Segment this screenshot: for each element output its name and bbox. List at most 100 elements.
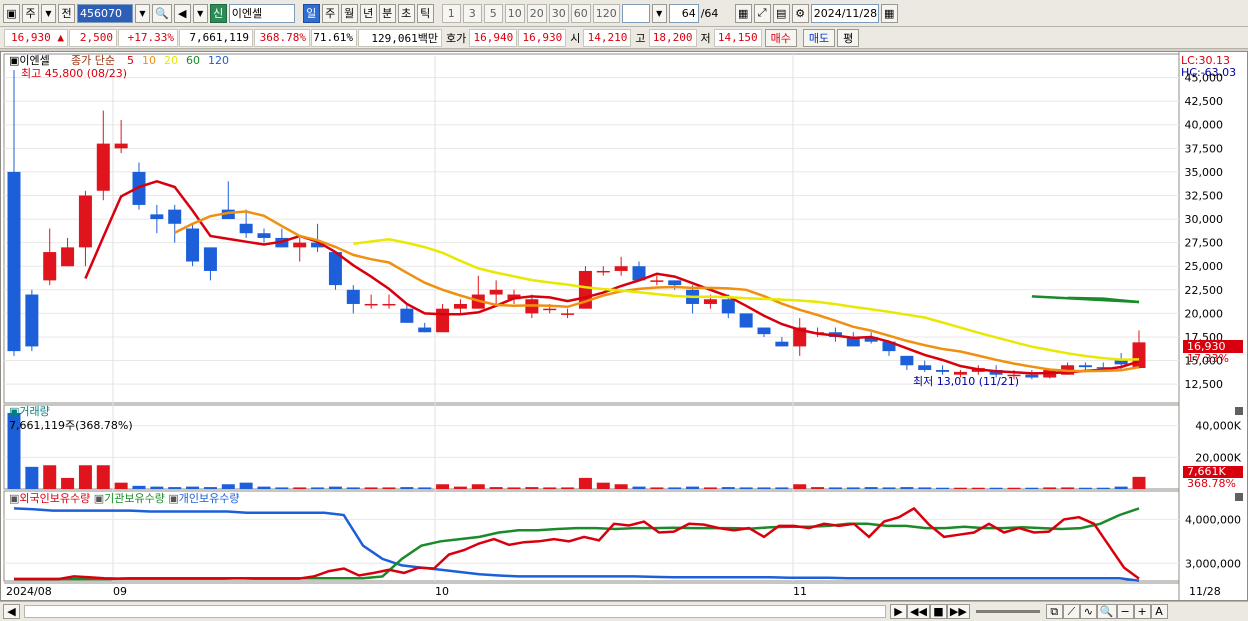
volume-bar (221, 484, 235, 489)
volume-bar (1096, 487, 1110, 489)
scroll-right-icon[interactable]: ▶ (890, 604, 907, 619)
interval-3[interactable]: 3 (462, 3, 482, 23)
current-pct-tag: 17.33% (1187, 352, 1229, 365)
candle-body (1078, 365, 1092, 368)
interval-5[interactable]: 5 (483, 3, 503, 23)
candle-body (400, 308, 414, 323)
prev-button[interactable]: 전 (58, 3, 75, 23)
x-label-aug: 2024/08 (6, 585, 52, 598)
volume-ratio: 368.78% (254, 28, 310, 47)
volume-bar (828, 487, 842, 489)
trade-volume: 7,661,119 (179, 28, 253, 47)
stop-icon[interactable]: ■ (929, 604, 947, 619)
market-select[interactable]: 주 (22, 3, 39, 23)
chevron-down-icon[interactable]: ▼ (192, 3, 208, 23)
candle-body (561, 313, 575, 315)
chevron-down-icon[interactable]: ▼ (135, 3, 150, 23)
y-tick-label: 40,000K (1195, 420, 1241, 433)
candle-body (364, 303, 378, 306)
search-icon[interactable]: 🔍 (152, 3, 172, 23)
interval-60[interactable]: 60 (570, 3, 591, 23)
period-second[interactable]: 초 (397, 3, 415, 23)
volume-bar (543, 487, 557, 489)
font-size-icon[interactable]: A (1150, 604, 1168, 619)
chart-scrollbar[interactable]: ◀ ▶ ◀◀ ■ ▶▶ ⧉ ⟋ ∿ 🔍 − + A (0, 601, 1248, 621)
speaker-icon[interactable]: ◀ (173, 3, 191, 23)
candle-body (257, 233, 271, 238)
candle-body (239, 223, 253, 234)
zoom-slider[interactable] (975, 610, 1040, 613)
candle-body (61, 247, 75, 267)
interval-custom-input[interactable] (621, 3, 650, 23)
period-minute[interactable]: 분 (378, 3, 396, 23)
chevron-down-icon[interactable]: ▼ (651, 3, 667, 23)
interval-20[interactable]: 20 (526, 3, 547, 23)
volume-bar (78, 465, 92, 489)
toolbar: ▣ 주 ▼ 전 456070 ▼ 🔍 ◀ ▼ 신 이엔셀 일 주 월 년 분 초… (0, 0, 1248, 27)
sell-button[interactable]: 매도 (802, 28, 836, 47)
grid-icon[interactable]: ▦ (734, 3, 752, 23)
candle-body (757, 327, 771, 335)
crosshair-icon[interactable]: ⤢ (753, 3, 771, 23)
volume-bar (1007, 487, 1021, 489)
volume-bar (311, 487, 325, 489)
interval-1[interactable]: 1 (441, 3, 461, 23)
close-icon[interactable] (1235, 407, 1243, 415)
gear-icon[interactable]: ⚙ (791, 3, 809, 23)
high-price: 18,200 (648, 28, 697, 47)
chart-menu-icon[interactable]: ▣ (3, 3, 20, 23)
candle-body (25, 294, 39, 347)
zoom-icon[interactable]: 🔍 (1096, 604, 1117, 619)
scroll-track[interactable] (24, 605, 886, 618)
rewind-icon[interactable]: ◀◀ (907, 604, 930, 619)
candle-body (382, 303, 396, 306)
price-change: 2,500 (69, 28, 117, 47)
wave-tool-icon[interactable]: ∿ (1079, 604, 1097, 619)
volume-pane-frame (3, 404, 1180, 490)
interval-120[interactable]: 120 (592, 3, 620, 23)
volume-bar (114, 482, 128, 489)
close-icon[interactable] (1235, 493, 1243, 501)
stock-code-input[interactable]: 456070 (77, 3, 133, 23)
calendar-icon[interactable]: ▦ (880, 3, 898, 23)
drawing-tools-icon[interactable]: ⧉ (1045, 604, 1063, 619)
candle-body (150, 214, 164, 220)
line-tool-icon[interactable]: ⟋ (1062, 604, 1080, 619)
minus-icon[interactable]: − (1116, 604, 1134, 619)
volume-bar (400, 487, 414, 489)
candle-body (650, 280, 664, 282)
interval-10[interactable]: 10 (504, 3, 525, 23)
volume-bar (650, 487, 664, 489)
period-day[interactable]: 일 (302, 3, 320, 23)
date-input[interactable]: 2024/11/28 (810, 3, 879, 23)
fast-forward-icon[interactable]: ▶▶ (946, 604, 970, 619)
avg-button[interactable]: 평 (837, 28, 860, 47)
candle-body (1025, 374, 1039, 378)
scroll-left-icon[interactable]: ◀ (3, 604, 20, 619)
period-month[interactable]: 월 (340, 3, 358, 23)
volume-bar (703, 487, 717, 489)
volume-bar (489, 487, 503, 489)
stock-name-field[interactable]: 이엔셀 (228, 3, 295, 23)
open-price: 14,210 (583, 28, 632, 47)
high-label: 고 (635, 31, 646, 45)
period-week[interactable]: 주 (321, 3, 339, 23)
save-icon[interactable]: ▤ (772, 3, 790, 23)
plus-icon[interactable]: + (1133, 604, 1151, 619)
period-tick[interactable]: 틱 (416, 3, 434, 23)
low-label: 저 (700, 31, 711, 45)
interval-30[interactable]: 30 (548, 3, 569, 23)
chevron-down-icon[interactable]: ▼ (41, 3, 56, 23)
stock-chart[interactable]: 45,00042,50040,00037,50035,00032,50030,0… (1, 52, 1247, 600)
buy-button[interactable]: 매수 (764, 28, 797, 47)
volume-bar (632, 486, 646, 489)
volume-bar (61, 477, 75, 489)
count-input[interactable]: 64 (668, 3, 699, 23)
y-tick-label: 4,000,000 (1185, 513, 1241, 526)
period-year[interactable]: 년 (359, 3, 377, 23)
candle-body (1132, 342, 1146, 369)
chart-area[interactable]: 45,000 42,500 40,000 37,500 35,000 32,500 30,0… (0, 51, 1248, 601)
volume-bar (132, 485, 146, 489)
volume-bar (1078, 487, 1092, 489)
candle-body (936, 369, 950, 372)
